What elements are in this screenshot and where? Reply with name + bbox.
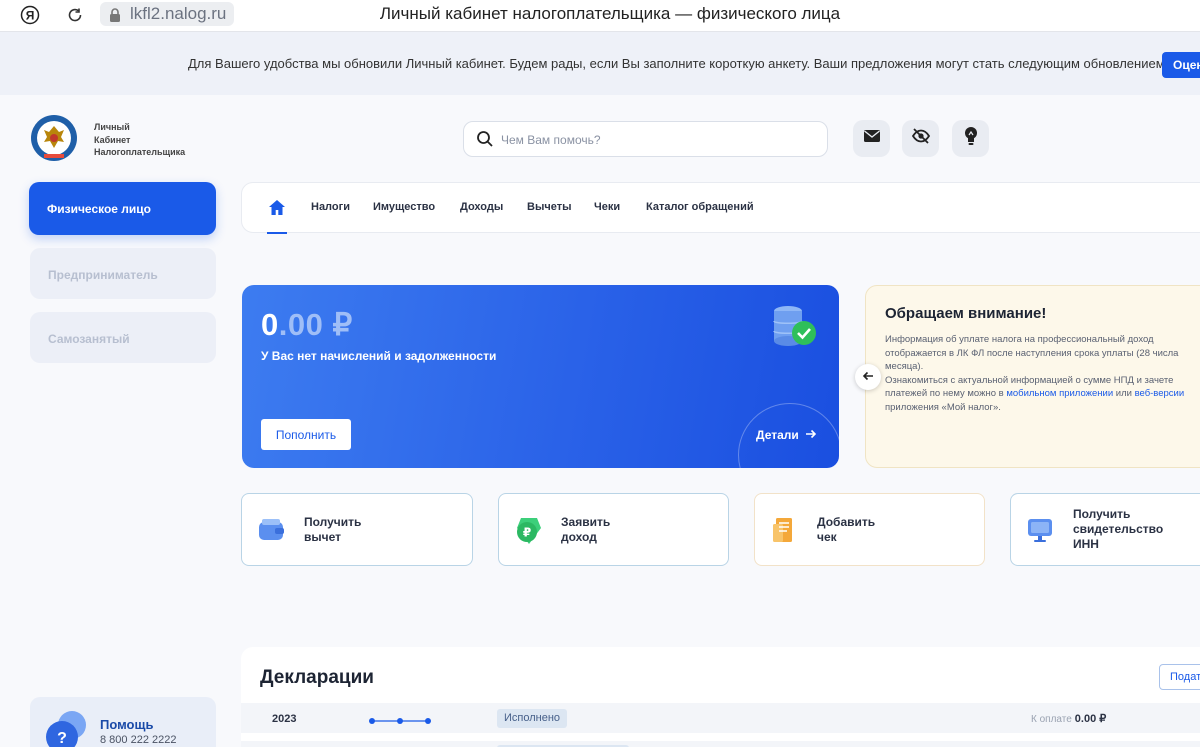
nav-item-property[interactable]: Имущество: [373, 201, 435, 213]
help-title: Помощь: [100, 717, 154, 732]
nav-item-receipts[interactable]: Чеки: [594, 201, 620, 213]
sidebar-item-self-employed[interactable]: Самозанятый: [30, 312, 216, 363]
page-title: Личный кабинет налогоплательщика — физич…: [379, 4, 841, 23]
mobile-app-link[interactable]: мобильном приложении: [1006, 388, 1113, 399]
tile-line-2: вычет: [304, 530, 341, 544]
balance-amount: 0.00 ₽: [261, 307, 353, 343]
currency-symbol: ₽: [332, 307, 353, 342]
table-row[interactable]: 2023 Исполнено К оплате 0.00 ₽: [241, 703, 1200, 733]
home-tab-indicator: [267, 232, 287, 234]
tile-get-deduction[interactable]: Получить вычет: [241, 493, 473, 566]
notice-p2-mid: или: [1113, 388, 1135, 399]
tile-line-1: Получить: [1073, 507, 1131, 521]
declarations-title: Декларации: [260, 667, 374, 688]
survey-banner: Для Вашего удобства мы обновили Личный к…: [0, 32, 1200, 95]
status-badge: Исполнено: [497, 709, 568, 728]
declarations-panel: Декларации Подат 2023 Исполнено К оплате…: [241, 647, 1200, 747]
arrow-right-icon: [802, 428, 817, 442]
search-icon: [476, 130, 494, 153]
mail-icon: [863, 129, 881, 148]
banner-text: Для Вашего удобства мы обновили Личный к…: [188, 56, 1165, 71]
tile-declare-income[interactable]: ₽ Заявить доход: [498, 493, 729, 566]
submit-declaration-button[interactable]: Подат: [1159, 664, 1200, 690]
arrow-left-icon: [862, 368, 874, 386]
tile-add-receipt[interactable]: Добавить чек: [754, 493, 985, 566]
pay-label: К оплате: [1031, 714, 1072, 725]
browser-toolbar: Я lkfl2.nalog.ru Личный кабинет налогопл…: [0, 0, 1200, 32]
notice-p2-end: приложения «Мой налог».: [885, 401, 1001, 413]
main-nav: Налоги Имущество Доходы Вычеты Чеки Ката…: [241, 182, 1200, 234]
notice-card: Обращаем внимание! Информация об уплате …: [865, 285, 1200, 468]
tips-button[interactable]: [952, 120, 989, 157]
monitor-icon: [1025, 514, 1057, 546]
sidebar-item-entrepreneur[interactable]: Предприниматель: [30, 248, 216, 299]
tile-line-2: свидетельство: [1073, 522, 1164, 536]
accessibility-button[interactable]: [902, 120, 939, 157]
progress-steps: [369, 713, 431, 731]
wallet-icon: [256, 514, 288, 546]
fns-emblem-icon[interactable]: [30, 114, 78, 162]
amount-dec: .00: [278, 307, 324, 342]
details-link[interactable]: Детали: [756, 428, 817, 442]
amount-int: 0: [261, 307, 279, 342]
tile-line-3: ИНН: [1073, 537, 1099, 551]
balance-card: 0.00 ₽ У Вас нет начислений и задолженно…: [242, 285, 839, 468]
tile-label: Получить свидетельство ИНН: [1073, 507, 1163, 552]
search-placeholder: Чем Вам помочь?: [501, 133, 601, 147]
carousel-prev-button[interactable]: [855, 364, 881, 390]
web-version-link[interactable]: веб-версии: [1135, 388, 1185, 399]
pay-value: 0.00 ₽: [1074, 713, 1107, 725]
notice-body: Информация об уплате налога на профессио…: [885, 333, 1200, 414]
logo-line-3: Налогоплательщика: [94, 147, 186, 157]
tile-line-1: Получить: [304, 515, 362, 529]
chat-bubbles-icon: ?: [44, 709, 92, 747]
notice-paragraph-2: Ознакомиться с актуальной информацией о …: [885, 374, 1200, 415]
tile-line-2: доход: [561, 530, 597, 544]
payment-info: К оплате 0.00 ₽: [1031, 712, 1106, 725]
sidebar-item-individual[interactable]: Физическое лицо: [29, 182, 216, 235]
declaration-year: 2023: [272, 713, 297, 725]
coins-check-icon: [770, 303, 820, 356]
income-ruble-icon: ₽: [513, 514, 545, 546]
table-row[interactable]: [241, 741, 1200, 747]
notice-paragraph-1: Информация об уплате налога на профессио…: [885, 334, 1179, 372]
balance-subtitle: У Вас нет начислений и задолженности: [261, 349, 497, 363]
svg-text:₽: ₽: [523, 526, 531, 540]
home-icon[interactable]: [268, 199, 286, 221]
help-phone[interactable]: 8 800 222 2222: [100, 734, 176, 746]
tile-label: Добавить чек: [817, 515, 875, 545]
eye-off-icon: [911, 128, 931, 149]
logo-line-1: Личный: [94, 122, 130, 132]
tile-inn-certificate[interactable]: Получить свидетельство ИНН: [1010, 493, 1200, 566]
tile-label: Получить вычет: [304, 515, 361, 545]
nav-item-income[interactable]: Доходы: [460, 201, 503, 213]
details-label: Детали: [756, 428, 799, 442]
lightbulb-icon: [964, 126, 978, 151]
svg-text:?: ?: [57, 730, 67, 747]
nav-item-taxes[interactable]: Налоги: [311, 201, 350, 213]
logo-line-2: Кабинет: [94, 134, 131, 145]
topup-button[interactable]: Пополнить: [261, 419, 351, 450]
tile-line-1: Добавить: [817, 515, 876, 529]
receipt-icon: [769, 514, 801, 546]
logo-text: Личный Кабинет Налогоплательщика: [94, 121, 185, 159]
notice-title: Обращаем внимание!: [885, 305, 1047, 322]
mail-button[interactable]: [853, 120, 890, 157]
tile-line-2: чек: [817, 530, 837, 544]
search-input[interactable]: Чем Вам помочь?: [463, 121, 828, 157]
tile-line-1: Заявить: [561, 515, 611, 529]
amount-currency: ₽: [323, 307, 352, 342]
nav-item-deductions[interactable]: Вычеты: [527, 201, 571, 213]
help-widget[interactable]: ? Помощь 8 800 222 2222: [30, 697, 216, 747]
nav-item-requests-catalog[interactable]: Каталог обращений: [646, 201, 754, 213]
tile-label: Заявить доход: [561, 515, 610, 545]
survey-button[interactable]: Оцен: [1162, 52, 1200, 78]
